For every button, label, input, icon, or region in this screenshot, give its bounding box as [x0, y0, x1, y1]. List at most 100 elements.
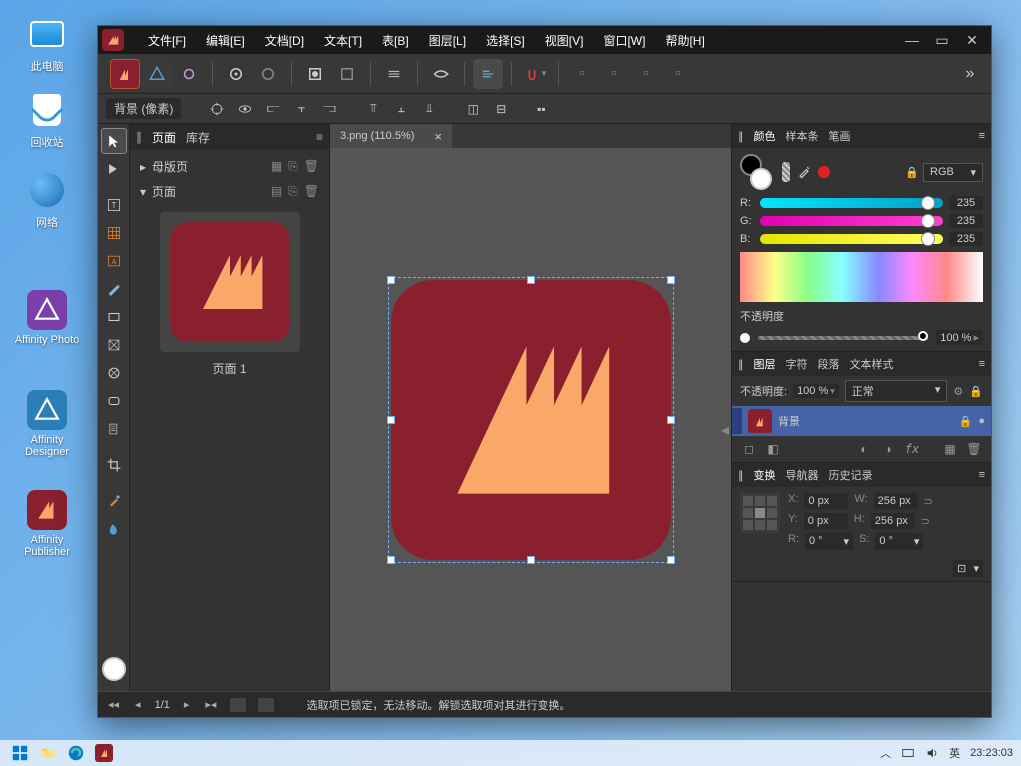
y-value[interactable]: 0 px [804, 513, 848, 529]
link-wh-icon[interactable]: ⊃ [924, 493, 933, 509]
add-layer-icon[interactable]: ▦ [941, 440, 959, 458]
tab-library[interactable]: 库存 [186, 129, 210, 146]
adjustment-icon[interactable]: ◧ [764, 440, 782, 458]
close-tab-icon[interactable]: × [434, 129, 442, 144]
toolbar-overflow-icon[interactable]: » [955, 59, 985, 89]
persona-designer-button[interactable] [142, 59, 172, 89]
picked-color-icon[interactable] [818, 166, 830, 178]
fill-swatch[interactable] [102, 657, 126, 681]
delete-layer-icon[interactable]: 🗑 [965, 440, 983, 458]
page-thumbnail[interactable] [160, 212, 300, 352]
tab-history[interactable]: 历史记录 [829, 467, 873, 483]
window-close-button[interactable]: ✕ [957, 29, 987, 51]
baseline-grid-icon[interactable] [379, 59, 409, 89]
green-slider[interactable] [760, 216, 943, 226]
move-tool[interactable] [101, 128, 127, 154]
delete-master-icon[interactable]: 🗑 [304, 159, 319, 174]
preferences-icon[interactable] [221, 59, 251, 89]
w-value[interactable]: 256 px [874, 493, 918, 509]
fill-tool[interactable] [101, 516, 127, 542]
file-explorer-icon[interactable] [36, 742, 60, 764]
panel-menu-icon[interactable]: ≡ [979, 469, 985, 481]
panel-menu-icon[interactable]: ≡ [316, 130, 323, 144]
edge-browser-icon[interactable] [64, 742, 88, 764]
lock-icon[interactable]: 🔒 [905, 166, 919, 179]
resize-handle[interactable] [387, 416, 395, 424]
panel-collapse-icon[interactable]: ◂ [721, 420, 729, 440]
color-picker-tool[interactable] [101, 488, 127, 514]
ellipse-tool[interactable] [101, 360, 127, 386]
duplicate-master-icon[interactable]: ⎘ [288, 159, 298, 174]
desktop-icon-this-pc[interactable]: 此电脑 [12, 14, 82, 74]
start-button[interactable] [8, 742, 32, 764]
play-icon[interactable]: ▸ [182, 696, 192, 713]
tab-navigator[interactable]: 导航器 [786, 467, 819, 483]
add-master-icon[interactable]: ▦ [271, 159, 282, 174]
prev-page-icon[interactable]: ◂ [133, 696, 143, 713]
lock-icon[interactable]: 🔒 [969, 385, 983, 398]
color-mode-select[interactable]: RGB▾ [923, 163, 983, 182]
h-value[interactable]: 256 px [871, 513, 915, 529]
align-target-icon[interactable] [205, 97, 229, 121]
duplicate-page-icon[interactable]: ⎘ [288, 184, 298, 199]
network-tray-icon[interactable] [901, 746, 915, 760]
pages-row[interactable]: ▾页面 ▤ ⎘ 🗑 [134, 179, 325, 204]
window-maximize-button[interactable]: ▭ [927, 29, 957, 51]
tab-stroke[interactable]: 笔画 [829, 128, 851, 144]
align-middle-icon[interactable]: ⫠ [389, 97, 413, 121]
desktop-icon-recycle-bin[interactable]: 回收站 [12, 90, 82, 150]
picture-frame-tool[interactable] [101, 332, 127, 358]
ime-indicator[interactable]: 英 [949, 745, 960, 761]
color-spectrum[interactable] [740, 252, 983, 302]
persona-publisher-button[interactable] [110, 59, 140, 89]
resize-handle[interactable] [667, 556, 675, 564]
table-tool[interactable] [101, 220, 127, 246]
tab-character[interactable]: 字符 [786, 356, 808, 372]
menu-select[interactable]: 选择[S] [476, 28, 535, 53]
fill-stroke-swatch[interactable] [740, 154, 776, 190]
rotation-value[interactable]: 0 °▾ [805, 533, 853, 550]
menu-document[interactable]: 文档[D] [255, 28, 314, 53]
space-h-icon[interactable]: ▪▪ [529, 97, 553, 121]
pen-tool[interactable] [101, 276, 127, 302]
artistic-text-tool[interactable]: A [101, 248, 127, 274]
prev-spread-icon[interactable]: ◂◂ [106, 696, 121, 713]
link-wh-icon[interactable]: ⊃ [921, 513, 930, 529]
green-value[interactable]: 235 [949, 214, 983, 228]
red-slider[interactable] [760, 198, 943, 208]
menu-view[interactable]: 视图[V] [535, 28, 594, 53]
clock[interactable]: 23:23:03 [970, 747, 1013, 759]
desktop-icon-affinity-designer[interactable]: Affinity Designer [12, 390, 82, 458]
eyedropper-icon[interactable] [796, 164, 812, 180]
shear-value[interactable]: 0 °▾ [875, 533, 923, 550]
asset-tool[interactable] [101, 416, 127, 442]
align-center-h-icon[interactable]: ⫟ [289, 97, 313, 121]
transform-origin-select[interactable]: ⊡▾ [953, 560, 983, 577]
blue-slider[interactable] [760, 234, 943, 244]
tab-pages[interactable]: 页面 [152, 129, 176, 146]
resize-handle[interactable] [527, 276, 535, 284]
fx-icon[interactable]: fx [903, 440, 921, 458]
resize-handle[interactable] [667, 416, 675, 424]
resize-handle[interactable] [387, 276, 395, 284]
add-mask-icon[interactable]: ◐ [855, 440, 873, 458]
menu-help[interactable]: 帮助[H] [655, 28, 714, 53]
mask-layer-icon[interactable]: ◻ [740, 440, 758, 458]
view-mode-icon[interactable] [258, 698, 274, 712]
gear-icon[interactable]: ⚙ [953, 385, 963, 398]
menu-edit[interactable]: 编辑[E] [196, 28, 255, 53]
resize-handle[interactable] [527, 556, 535, 564]
view-mode-icon[interactable] [230, 698, 246, 712]
none-swatch[interactable] [782, 162, 790, 182]
desktop-icon-affinity-photo[interactable]: Affinity Photo [12, 290, 82, 346]
master-pages-row[interactable]: ▸母版页 ▦ ⎘ 🗑 [134, 154, 325, 179]
resize-handle[interactable] [667, 276, 675, 284]
layer-row[interactable]: 背景 🔒 ● [732, 406, 991, 436]
crop-tool[interactable] [101, 452, 127, 478]
panel-menu-icon[interactable]: ≡ [979, 130, 985, 142]
distribute-h-icon[interactable]: ◫ [461, 97, 485, 121]
menu-layer[interactable]: 图层[L] [419, 28, 476, 53]
add-page-icon[interactable]: ▤ [271, 184, 282, 199]
menu-file[interactable]: 文件[F] [138, 28, 196, 53]
persona-photo-button[interactable] [174, 59, 204, 89]
